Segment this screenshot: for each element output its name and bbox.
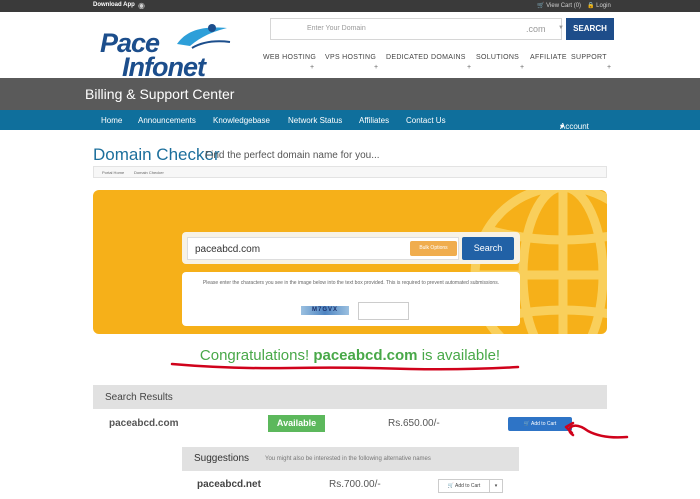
menu-knowledgebase[interactable]: Knowledgebase — [213, 116, 270, 125]
nav-vps-hosting[interactable]: VPS HOSTING — [325, 54, 376, 61]
suggestion-dropdown-toggle[interactable]: ▾ — [489, 479, 503, 493]
suggestion-add-to-cart-button[interactable]: 🛒 Add to Cart — [438, 479, 490, 493]
result-price: Rs.650.00/- — [388, 418, 440, 429]
suggestion-add-to-cart-label: Add to Cart — [455, 483, 481, 489]
result-domain: paceabcd.com — [109, 418, 179, 429]
login-label: Login — [596, 3, 611, 9]
breadcrumb: Portal Home Domain Checker — [93, 166, 607, 178]
download-app-link[interactable]: Download App — [93, 2, 135, 8]
banner-title: Billing & Support Center — [85, 86, 235, 102]
suggestion-price: Rs.700.00/- — [329, 479, 381, 490]
nav-support[interactable]: SUPPORT — [571, 54, 607, 61]
nav-plus-icon: + — [467, 64, 472, 71]
view-cart-label: View Cart (0) — [546, 3, 582, 9]
search-results-title: Search Results — [105, 392, 173, 403]
header-search-placeholder: Enter Your Domain — [307, 25, 366, 32]
menu-network-status[interactable]: Network Status — [288, 116, 342, 125]
add-to-cart-label: Add to Cart — [531, 421, 557, 427]
nav-plus-icon: + — [607, 64, 612, 71]
nav-domains[interactable]: DOMAINS — [431, 54, 466, 61]
nav-plus-icon: + — [310, 64, 315, 71]
view-cart-link[interactable]: 🛒 View Cart (0) — [537, 2, 581, 9]
breadcrumb-portal-home[interactable]: Portal Home — [102, 170, 124, 175]
bulk-options-button[interactable]: Bulk Options — [410, 241, 457, 256]
header-search-button[interactable]: SEARCH — [566, 18, 614, 40]
captcha-input[interactable] — [358, 302, 409, 320]
suggestions-title: Suggestions — [194, 453, 250, 464]
nav-web-hosting[interactable]: WEB HOSTING — [263, 54, 316, 61]
red-underline-annotation — [170, 362, 520, 371]
nav-plus-icon: + — [520, 64, 525, 71]
menu-home[interactable]: Home — [101, 116, 122, 125]
domain-search-button[interactable]: Search — [462, 237, 514, 260]
caret-down-icon: ▾ — [494, 483, 498, 489]
nav-dedicated[interactable]: DEDICATED — [386, 54, 429, 61]
runner-logo-icon — [177, 24, 231, 49]
search-results-header: Search Results — [93, 385, 607, 409]
android-icon[interactable]: ◉ — [138, 1, 147, 11]
nav-solutions[interactable]: SOLUTIONS — [476, 54, 519, 61]
suggestion-domain: paceabcd.net — [197, 479, 261, 490]
menu-contact-us[interactable]: Contact Us — [406, 116, 446, 125]
suggestions-description: You might also be interested in the foll… — [265, 456, 431, 462]
main-navigation: Home Announcements Knowledgebase Network… — [0, 110, 700, 131]
domain-search-value: paceabcd.com — [195, 244, 261, 255]
top-bar: Download App ◉ 🛒 View Cart (0) 🔒 Login — [0, 0, 700, 12]
caret-down-icon: ▾ — [560, 122, 565, 131]
billing-banner: Billing & Support Center — [0, 78, 700, 110]
menu-affiliates[interactable]: Affiliates — [359, 116, 389, 125]
breadcrumb-domain-checker: Domain Checker — [134, 170, 164, 175]
pace-infonet-logo[interactable]: Pace Infonet — [100, 22, 240, 82]
available-badge: Available — [268, 415, 325, 432]
chevron-down-icon: ▼ — [558, 25, 564, 31]
red-arrow-annotation — [564, 421, 629, 439]
menu-announcements[interactable]: Announcements — [138, 116, 196, 125]
tld-select[interactable]: .com — [526, 24, 546, 34]
captcha-image: M7GVX — [301, 306, 349, 315]
login-link[interactable]: 🔒 Login — [587, 2, 611, 9]
suggestions-header: Suggestions You might also be interested… — [182, 447, 519, 471]
nav-affiliate[interactable]: AFFILIATE — [530, 54, 567, 61]
page-title: Domain Checker — [93, 145, 220, 164]
nav-plus-icon: + — [374, 64, 379, 71]
header-domain-search-input[interactable]: Enter Your Domain .com ▼ — [270, 18, 564, 40]
page-subtitle: Find the perfect domain name for you... — [205, 150, 380, 161]
account-label: Account — [560, 122, 589, 131]
captcha-instructions: Please enter the characters you see in t… — [202, 280, 500, 286]
